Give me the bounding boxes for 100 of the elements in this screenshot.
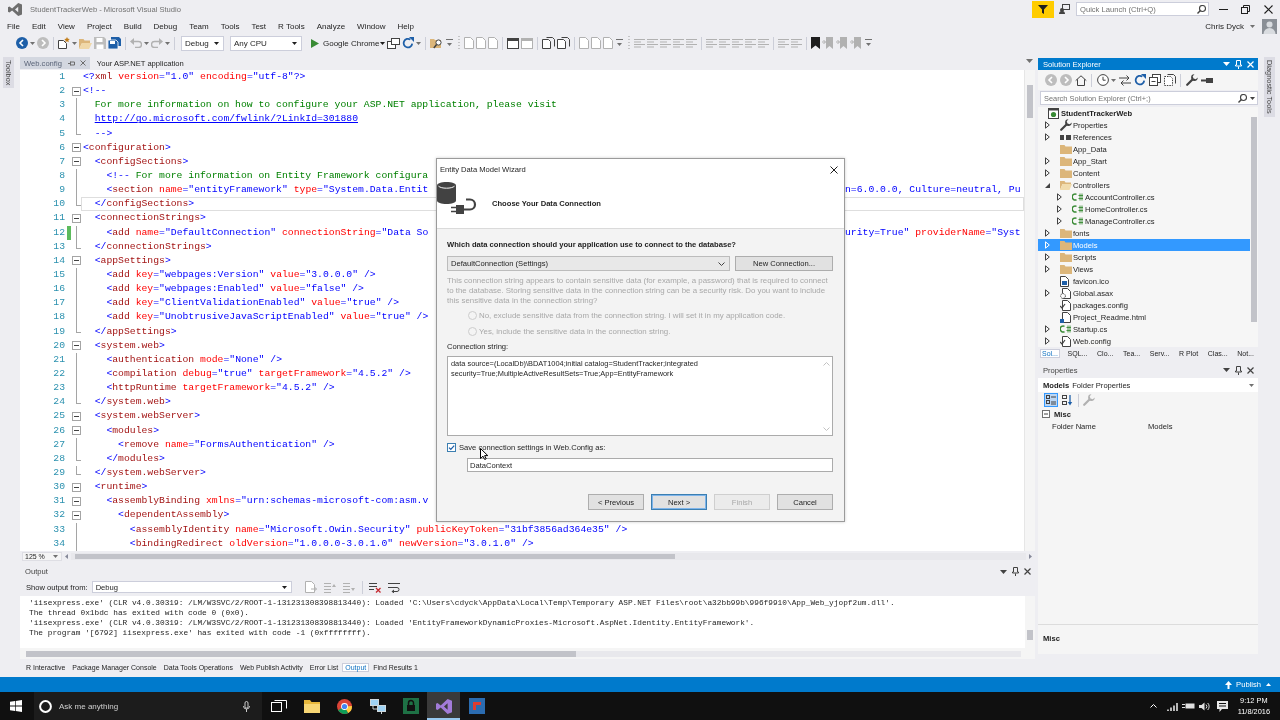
menu-item[interactable]: Edit (31, 21, 46, 31)
collapse-box-icon[interactable] (72, 411, 81, 421)
taskbar-button[interactable] (427, 692, 460, 720)
grip-handle[interactable] (458, 36, 461, 50)
categorized-icon[interactable] (1044, 393, 1058, 407)
windows-icon[interactable] (387, 37, 401, 49)
scrollbar-thumb[interactable] (75, 553, 675, 559)
restore-icon[interactable] (1241, 4, 1250, 14)
collapse-box-icon[interactable] (72, 86, 81, 96)
menu-item[interactable]: Window (357, 21, 386, 31)
close-icon[interactable] (1264, 4, 1273, 14)
run-button[interactable]: Google Chrome (311, 38, 380, 48)
expand-arrow-icon[interactable] (1045, 133, 1050, 141)
menu-item[interactable]: Help (397, 21, 414, 31)
overflow-icon[interactable] (616, 39, 624, 47)
collapse-box-icon[interactable] (72, 341, 81, 351)
expand-arrow-icon[interactable] (1045, 337, 1050, 345)
files-icon[interactable] (1163, 74, 1176, 86)
close-icon[interactable] (1024, 568, 1031, 575)
scrollbar-thumb[interactable] (1251, 117, 1257, 322)
menu-item[interactable]: Test (251, 21, 267, 31)
home-icon[interactable] (1074, 74, 1087, 86)
microphone-icon[interactable] (243, 700, 250, 712)
expand-arrow-icon[interactable] (1045, 253, 1050, 261)
toolbar-dropdown[interactable]: Debug (181, 35, 224, 51)
overflow-icon[interactable] (865, 39, 873, 47)
search-field[interactable]: Ask me anything (34, 692, 262, 720)
floppy-disks-icon[interactable] (108, 37, 121, 49)
pin-icon[interactable] (1012, 567, 1019, 576)
expand-arrow-icon[interactable] (1045, 169, 1050, 177)
menu-item[interactable]: Project (86, 21, 112, 31)
battery-plug-icon[interactable] (1181, 702, 1195, 710)
right-arrow-icon[interactable] (1029, 553, 1032, 559)
collapse-box-icon[interactable] (72, 496, 81, 506)
sort-down-icon[interactable] (1060, 393, 1074, 407)
menu-item[interactable]: File (7, 21, 20, 31)
user-name[interactable]: Chris Dyck (1205, 21, 1244, 31)
expand-arrow-icon[interactable] (1057, 193, 1062, 201)
collapse-box-icon[interactable] (72, 482, 81, 492)
close-icon[interactable] (830, 165, 838, 174)
toolbar-dropdown[interactable]: Any CPU (230, 35, 302, 51)
menu-item[interactable]: R Tools (278, 21, 305, 31)
scrollbar-thumb[interactable] (26, 650, 576, 657)
caret-icon[interactable] (1000, 569, 1007, 574)
horizontal-scrollbar[interactable] (26, 650, 1021, 657)
wrench-icon[interactable] (1185, 74, 1198, 86)
menu-item[interactable]: Tools (220, 21, 240, 31)
funnel-icon[interactable] (1032, 0, 1054, 18)
caret-icon[interactable] (1223, 368, 1230, 372)
task-view-icon[interactable] (270, 700, 287, 712)
collapse-arrow-icon[interactable] (1045, 182, 1050, 188)
overflow-icon[interactable] (446, 39, 454, 47)
collapse-box-icon[interactable] (72, 510, 81, 520)
app-tile-icon[interactable] (468, 698, 485, 714)
menu-item[interactable]: Analyze (316, 21, 346, 31)
expand-arrow-icon[interactable] (1045, 229, 1050, 237)
vertical-scrollbar[interactable] (1025, 596, 1035, 648)
horizontal-scrollbar[interactable] (71, 552, 1026, 560)
two-way-arrows-icon[interactable] (1118, 74, 1131, 86)
refresh-icon[interactable] (1133, 74, 1146, 86)
expand-arrow-icon[interactable] (1045, 325, 1050, 333)
collapse-box-icon[interactable] (72, 143, 81, 153)
expand-arrow-icon[interactable] (1045, 289, 1050, 297)
clear-lines-icon[interactable] (369, 581, 382, 593)
folder-search-icon[interactable] (430, 37, 444, 49)
expand-arrow-icon[interactable] (1045, 157, 1050, 165)
left-arrow-icon[interactable] (65, 553, 68, 559)
dash-icon[interactable] (1200, 77, 1213, 83)
pin-icon[interactable] (1235, 365, 1242, 375)
collapse-box-icon[interactable] (1042, 410, 1050, 418)
expand-arrow-icon[interactable] (1045, 121, 1050, 129)
scrollbar-thumb[interactable] (1027, 85, 1033, 118)
clock-icon[interactable] (1096, 74, 1109, 86)
bookmark-icon[interactable] (811, 37, 821, 49)
checkbox[interactable] (447, 442, 456, 452)
round-logo-icon[interactable] (337, 698, 352, 714)
menu-item[interactable]: Team (189, 21, 209, 31)
collapse-box-icon[interactable] (72, 214, 81, 223)
caret-icon[interactable] (1250, 97, 1255, 100)
expand-arrow-icon[interactable] (1045, 265, 1050, 273)
expand-arrow-icon[interactable] (1057, 205, 1062, 213)
vertical-scrollbar[interactable] (1024, 70, 1035, 551)
refresh-icon[interactable] (402, 37, 415, 49)
new-page-icon[interactable] (58, 37, 70, 49)
lock-tile-icon[interactable] (402, 698, 419, 714)
collapse-box-icon[interactable] (72, 157, 81, 167)
close-icon[interactable] (1247, 366, 1254, 374)
collapse-box-icon[interactable] (72, 256, 81, 266)
grip-handle[interactable] (628, 36, 631, 50)
person-screen-icon[interactable] (1059, 4, 1070, 14)
menu-item[interactable]: Debug (153, 21, 178, 31)
pages-icon[interactable] (542, 37, 556, 49)
speech-bubble-icon[interactable] (1216, 700, 1228, 712)
pages-icon[interactable] (557, 37, 571, 49)
folder-icon[interactable] (303, 699, 320, 713)
computers-icon[interactable] (369, 698, 386, 714)
speaker-icon[interactable] (1198, 701, 1210, 711)
signal-bars-icon[interactable] (1166, 701, 1178, 711)
stacked-squares-icon[interactable] (1148, 74, 1161, 86)
minimize-icon[interactable] (1219, 8, 1228, 10)
